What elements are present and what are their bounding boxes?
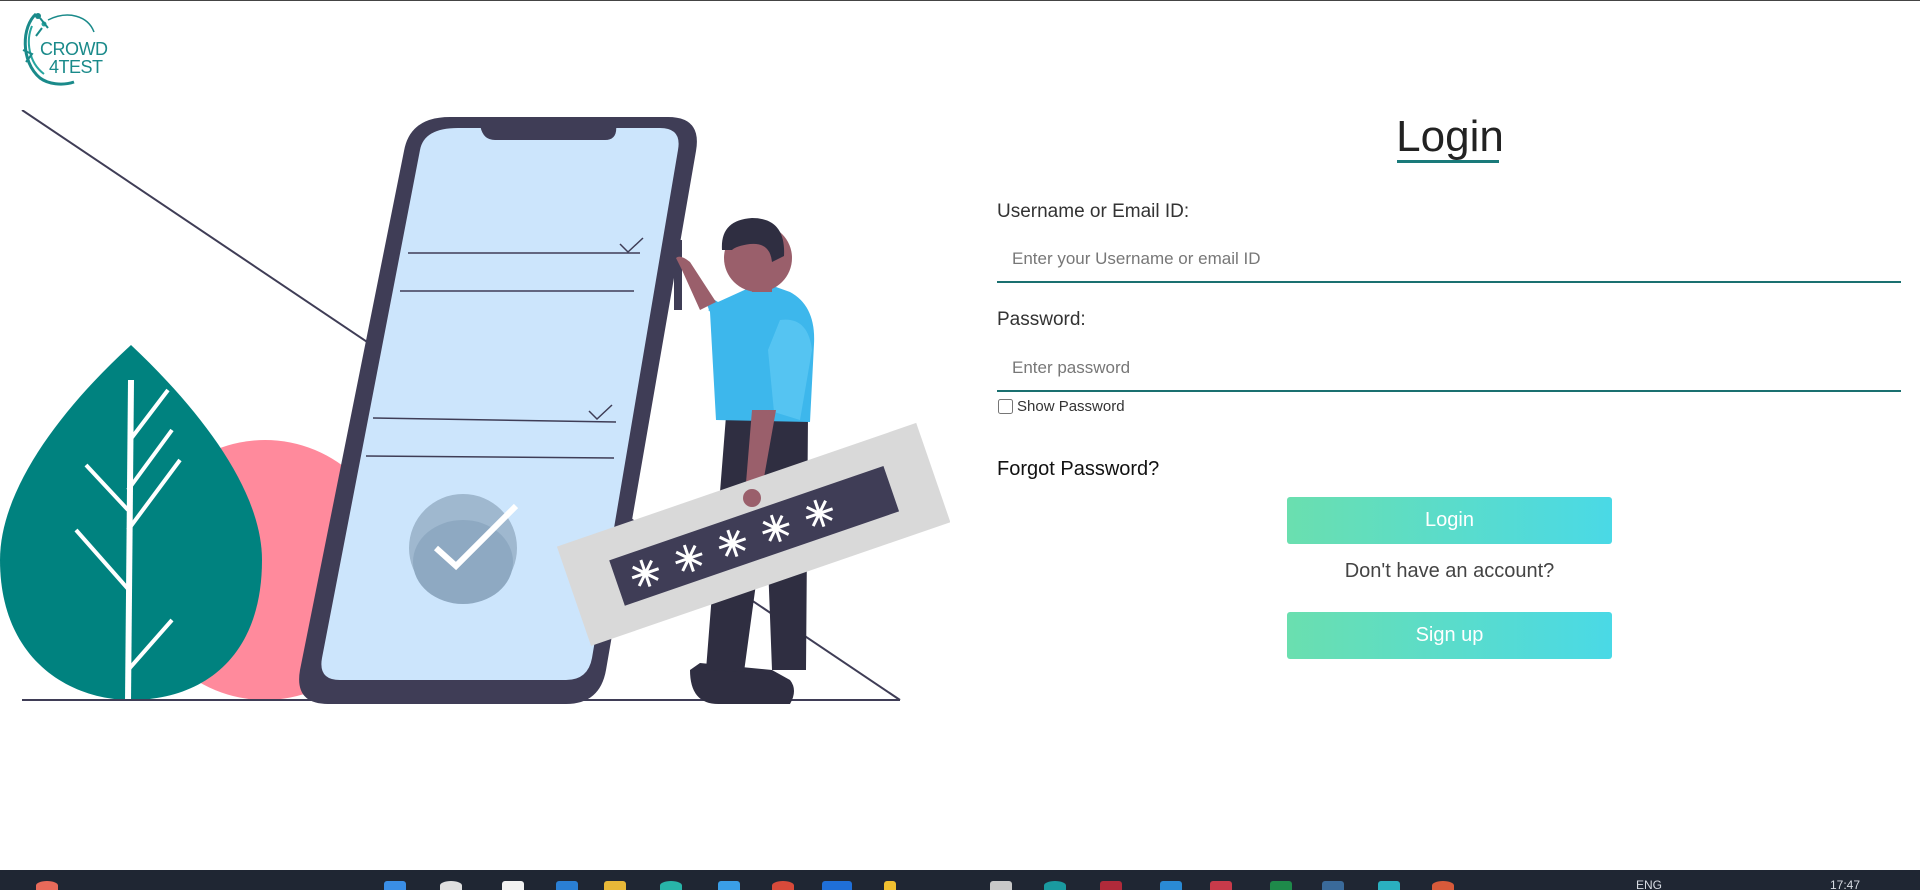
app-icon-10[interactable] (1322, 881, 1344, 890)
app-icon-2[interactable] (718, 881, 740, 890)
start-icon[interactable] (384, 881, 406, 890)
edge-icon[interactable] (556, 881, 578, 890)
no-account-text: Don't have an account? (1344, 560, 1555, 582)
username-input[interactable] (997, 237, 1901, 283)
search-icon[interactable] (440, 881, 462, 890)
os-taskbar (0, 870, 1920, 890)
page-title: Login (1396, 112, 1504, 161)
leaf-icon (0, 345, 262, 703)
clock[interactable]: 17:47 (1830, 878, 1860, 890)
forgot-password-link[interactable]: Forgot Password? (997, 458, 1159, 481)
app-icon-4[interactable] (884, 881, 896, 890)
username-label: Username or Email ID: (997, 201, 1190, 222)
window-top-border (0, 0, 1920, 1)
password-input[interactable] (997, 346, 1901, 392)
app-icon-12[interactable] (1432, 881, 1454, 890)
title-underline (1397, 160, 1499, 163)
app-icon-6[interactable] (1044, 881, 1066, 890)
file-explorer-icon[interactable] (604, 881, 626, 890)
login-button[interactable]: Login (1287, 497, 1612, 544)
logo-line-1: CROWD (40, 39, 108, 59)
weather-icon[interactable] (36, 881, 58, 890)
app-icon-11[interactable] (1378, 881, 1400, 890)
show-password-label[interactable]: Show Password (1017, 398, 1125, 415)
logo-line-2: 4TEST (49, 57, 103, 77)
language-indicator[interactable]: ENG (1636, 878, 1662, 890)
chrome-icon[interactable] (772, 881, 794, 890)
logo-text: CROWD 4TEST (40, 40, 108, 76)
excel-icon[interactable] (1270, 881, 1292, 890)
app-icon-7[interactable] (1100, 881, 1122, 890)
login-illustration (0, 110, 950, 705)
app-icon-9[interactable] (1210, 881, 1232, 890)
app-icon-5[interactable] (990, 881, 1012, 890)
person-figure (676, 218, 815, 705)
app-icon-1[interactable] (660, 881, 682, 890)
app-icon-3[interactable] (822, 881, 852, 890)
task-view-icon[interactable] (502, 881, 524, 890)
password-label: Password: (997, 309, 1086, 330)
app-icon-8[interactable] (1160, 881, 1182, 890)
signup-button[interactable]: Sign up (1287, 612, 1612, 659)
show-password-control: Show Password (997, 398, 1125, 415)
crowd4test-logo[interactable]: CROWD 4TEST (18, 6, 118, 91)
show-password-checkbox[interactable] (998, 399, 1013, 414)
